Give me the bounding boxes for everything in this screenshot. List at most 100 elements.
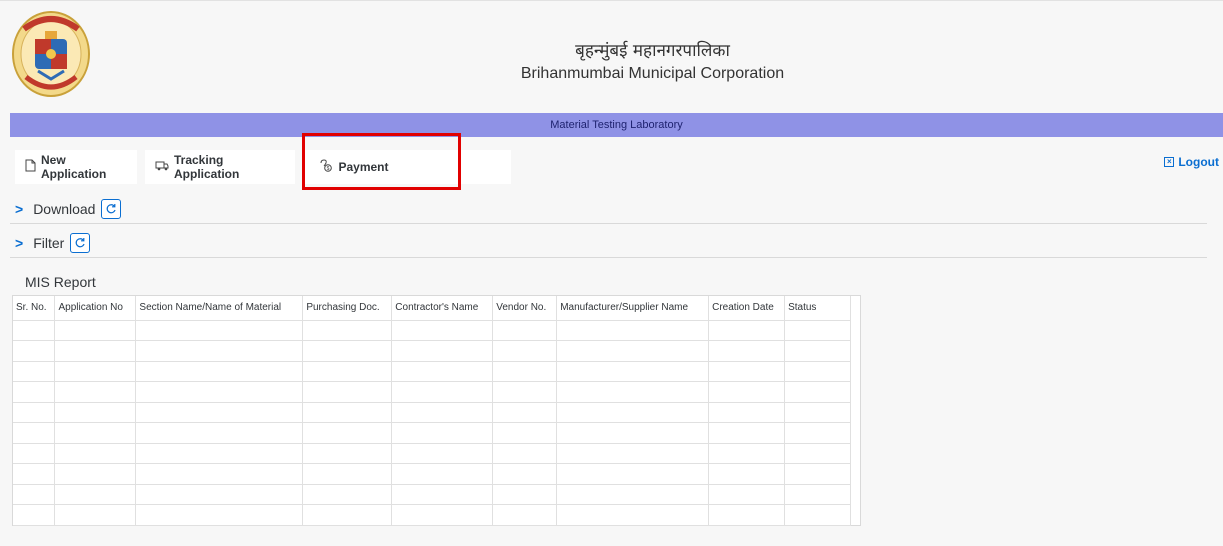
- table-cell: [708, 463, 786, 485]
- download-refresh-button[interactable]: [101, 198, 122, 219]
- table-cell: [391, 402, 494, 423]
- table-cell: [13, 422, 56, 444]
- table-row: [13, 443, 851, 464]
- table-cell: [556, 381, 710, 403]
- logout-button[interactable]: × Logout: [1164, 155, 1219, 169]
- table-cell: [54, 320, 137, 341]
- table-cell: [556, 402, 710, 423]
- table-cell: [302, 422, 393, 444]
- column-header-sr-no[interactable]: Sr. No.: [13, 296, 56, 321]
- table-cell: [784, 381, 851, 403]
- column-header-section-name[interactable]: Section Name/Name of Material: [135, 296, 304, 321]
- logout-label: Logout: [1178, 155, 1219, 169]
- table-cell: [135, 340, 304, 362]
- table-row: [13, 504, 851, 526]
- table-cell: [391, 504, 494, 526]
- table-header-row: Sr. No. Application No Section Name/Name…: [13, 296, 851, 321]
- filter-label: Filter: [33, 234, 65, 251]
- table-cell: [391, 422, 494, 444]
- table-row: [13, 320, 851, 341]
- table-cell: [13, 340, 56, 362]
- table-cell: [302, 402, 393, 423]
- table-cell: [302, 463, 393, 485]
- close-box-icon: ×: [1164, 157, 1175, 167]
- mis-report-table: Sr. No. Application No Section Name/Name…: [12, 295, 861, 526]
- column-header-manufacturer[interactable]: Manufacturer/Supplier Name: [556, 296, 710, 321]
- table-cell: [135, 484, 304, 505]
- table-cell: [391, 340, 494, 362]
- table-cell: [13, 361, 56, 382]
- table-cell: [13, 443, 56, 464]
- tracking-application-button[interactable]: Tracking Application: [145, 150, 295, 184]
- table-cell: [492, 340, 558, 362]
- column-header-vendor-no[interactable]: Vendor No.: [492, 296, 558, 321]
- table-cell: [302, 340, 393, 362]
- table-cell: [135, 422, 304, 444]
- table-cell: [492, 504, 558, 526]
- download-label: Download: [33, 200, 96, 217]
- table-cell: [13, 381, 56, 403]
- column-header-purchasing-doc[interactable]: Purchasing Doc.: [302, 296, 393, 321]
- chevron-right-icon: >: [15, 234, 24, 251]
- table-cell: [492, 320, 558, 341]
- table-cell: [784, 463, 851, 485]
- table-cell: [492, 361, 558, 382]
- table-cell: [784, 443, 851, 464]
- table-cell: [391, 381, 494, 403]
- table-cell: [784, 320, 851, 341]
- table-cell: [54, 402, 137, 423]
- table-cell: [708, 402, 786, 423]
- table-cell: [302, 504, 393, 526]
- refresh-icon: [75, 237, 85, 247]
- table-cell: [556, 443, 710, 464]
- table-row: [13, 381, 851, 403]
- chevron-right-icon: >: [15, 200, 24, 217]
- filter-section[interactable]: > Filter: [10, 228, 1207, 258]
- table-row: [13, 402, 851, 423]
- table-cell: [708, 504, 786, 526]
- table-cell: [556, 463, 710, 485]
- table-cell: [708, 422, 786, 444]
- new-application-label: New Application: [41, 153, 107, 181]
- tracking-application-label: Tracking Application: [174, 153, 240, 181]
- table-cell: [13, 484, 56, 505]
- table-cell: [54, 463, 137, 485]
- table-cell: [708, 484, 786, 505]
- table-cell: [391, 484, 494, 505]
- table-cell: [391, 320, 494, 341]
- table-cell: [54, 340, 137, 362]
- table-row: [13, 463, 851, 485]
- table-cell: [784, 402, 851, 423]
- table-cell: [708, 443, 786, 464]
- table-cell: [13, 504, 56, 526]
- table-cell: [784, 504, 851, 526]
- table-cell: [492, 422, 558, 444]
- table-cell: [492, 484, 558, 505]
- table-cell: [135, 504, 304, 526]
- column-header-creation-date[interactable]: Creation Date: [708, 296, 786, 321]
- column-header-application-no[interactable]: Application No: [54, 296, 137, 321]
- truck-icon: [155, 160, 169, 174]
- table-cell: [492, 381, 558, 403]
- table-cell: [708, 320, 786, 341]
- table-cell: [784, 422, 851, 444]
- download-section[interactable]: > Download: [10, 194, 1207, 224]
- table-row: [13, 361, 851, 382]
- table-cell: [135, 402, 304, 423]
- table-row: [13, 340, 851, 362]
- table-cell: [13, 463, 56, 485]
- table-cell: [54, 361, 137, 382]
- mis-report-title: MIS Report: [25, 274, 96, 290]
- highlight-box: [302, 133, 461, 190]
- table-cell: [391, 443, 494, 464]
- filter-refresh-button[interactable]: [70, 232, 91, 253]
- column-header-status[interactable]: Status: [784, 296, 851, 321]
- table-cell: [54, 381, 137, 403]
- column-header-contractor-name[interactable]: Contractor's Name: [391, 296, 494, 321]
- new-application-button[interactable]: New Application: [15, 150, 137, 184]
- table-cell: [556, 484, 710, 505]
- table-cell: [13, 320, 56, 341]
- table-cell: [302, 361, 393, 382]
- table-cell: [708, 340, 786, 362]
- table-cell: [302, 381, 393, 403]
